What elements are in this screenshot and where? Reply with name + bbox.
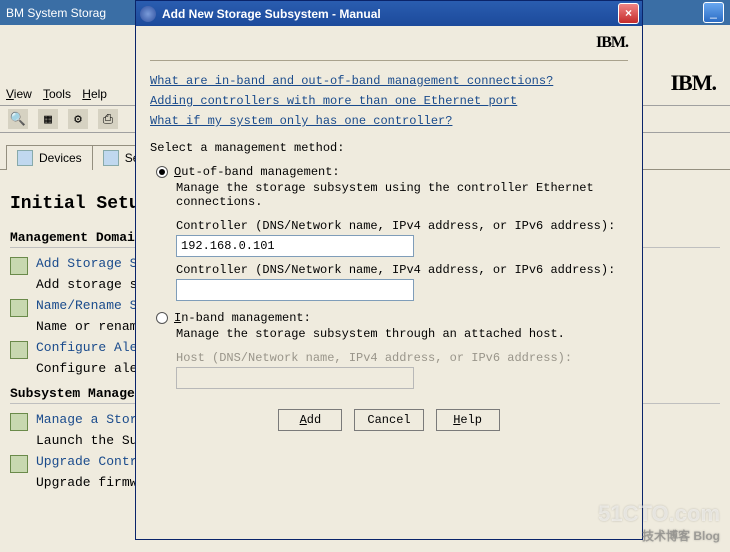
dialog-ibm-logo: IBM. <box>150 34 628 52</box>
menu-help[interactable]: Help <box>82 87 107 101</box>
toolbar-icon-3[interactable]: ⚙ <box>68 109 88 129</box>
help-button[interactable]: Help <box>436 409 500 431</box>
dialog-app-icon <box>140 6 156 22</box>
link-connection-types[interactable]: What are in-band and out-of-band managem… <box>150 74 553 88</box>
close-button[interactable]: × <box>618 3 639 24</box>
add-subsystem-icon <box>10 257 28 275</box>
dialog-title-text: Add New Storage Subsystem - Manual <box>162 7 381 21</box>
upgrade-icon <box>10 455 28 473</box>
link-multiple-ports[interactable]: Adding controllers with more than one Et… <box>150 94 517 108</box>
host-input <box>176 367 414 389</box>
dialog-title-bar: Add New Storage Subsystem - Manual × <box>136 1 642 26</box>
menu-view[interactable]: View <box>6 87 32 101</box>
controller2-input[interactable] <box>176 279 414 301</box>
radio-out-of-band-input[interactable] <box>156 166 168 178</box>
watermark-sub: 技术博客 Blog <box>598 527 720 544</box>
cancel-button[interactable]: Cancel <box>354 409 423 431</box>
dialog-body: IBM. What are in-band and out-of-band ma… <box>136 26 642 539</box>
tab-devices[interactable]: Devices <box>6 145 93 170</box>
toolbar-icon-1[interactable]: 🔍 <box>8 109 28 129</box>
radio-in-band-input[interactable] <box>156 312 168 324</box>
toolbar-icon-4[interactable]: ⎙ <box>98 109 118 129</box>
controller1-input[interactable] <box>176 235 414 257</box>
out-of-band-desc: Manage the storage subsystem using the c… <box>176 181 628 209</box>
settings-icon <box>103 150 119 166</box>
radio-out-of-band-label: Out-of-band management: <box>174 165 340 179</box>
in-band-desc: Manage the storage subsystem through an … <box>176 327 628 341</box>
toolbar-icon-2[interactable]: ▦ <box>38 109 58 129</box>
watermark: 51CTO.com 技术博客 Blog <box>598 501 720 544</box>
tab-devices-label: Devices <box>39 151 82 165</box>
main-title-text: BM System Storag <box>6 6 106 20</box>
host-block: Host (DNS/Network name, IPv4 address, or… <box>176 351 628 389</box>
menu-tools[interactable]: Tools <box>43 87 71 101</box>
link-one-controller[interactable]: What if my system only has one controlle… <box>150 114 452 128</box>
watermark-main: 51CTO.com <box>598 501 720 526</box>
rename-icon <box>10 299 28 317</box>
add-subsystem-dialog: Add New Storage Subsystem - Manual × IBM… <box>135 0 643 540</box>
devices-icon <box>17 150 33 166</box>
radio-in-band-label: In-band management: <box>174 311 311 325</box>
controller1-label: Controller (DNS/Network name, IPv4 addre… <box>176 219 628 233</box>
controller2-block: Controller (DNS/Network name, IPv4 addre… <box>176 263 628 301</box>
add-button[interactable]: Add <box>278 409 342 431</box>
radio-in-band[interactable]: In-band management: <box>156 311 628 325</box>
radio-out-of-band[interactable]: Out-of-band management: <box>156 165 628 179</box>
controller1-block: Controller (DNS/Network name, IPv4 addre… <box>176 219 628 257</box>
alerts-icon <box>10 341 28 359</box>
divider <box>150 60 628 61</box>
ibm-logo: IBM. <box>671 70 717 96</box>
minimize-button[interactable]: _ <box>703 2 724 23</box>
controller2-label: Controller (DNS/Network name, IPv4 addre… <box>176 263 628 277</box>
button-row: Add Cancel Help <box>150 409 628 431</box>
select-method-label: Select a management method: <box>150 141 628 155</box>
manage-icon <box>10 413 28 431</box>
host-label: Host (DNS/Network name, IPv4 address, or… <box>176 351 628 365</box>
